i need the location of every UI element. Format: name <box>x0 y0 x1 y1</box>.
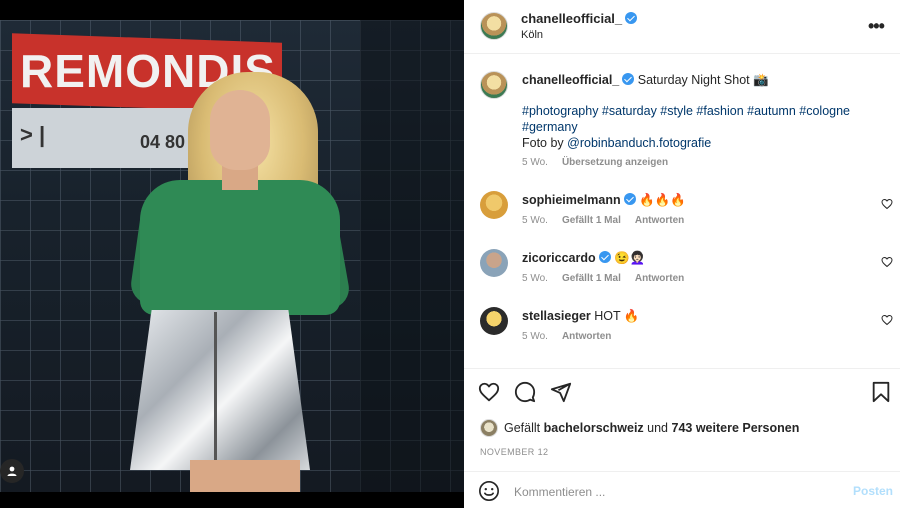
comment-meta: 5 Wo. Antworten <box>522 331 625 342</box>
comments-section: chanelleofficial_ Saturday Night Shot 📸 … <box>464 55 900 368</box>
credit-prefix: Foto by <box>522 136 568 150</box>
commenter-avatar[interactable] <box>480 249 508 277</box>
commenter-avatar[interactable] <box>480 191 508 219</box>
comment-text: zicoriccardo 😉👩🏻‍🦱 <box>522 250 645 266</box>
comment-like-heart-icon[interactable] <box>881 256 893 268</box>
verified-badge-icon <box>623 193 636 205</box>
comment-age[interactable]: 5 Wo. <box>522 215 548 226</box>
emoji-icon[interactable] <box>478 480 500 502</box>
caption-avatar[interactable] <box>480 71 508 99</box>
translate-link[interactable]: Übersetzung anzeigen <box>562 157 668 168</box>
model-face <box>210 90 270 170</box>
heart-icon[interactable] <box>478 381 500 403</box>
commenter-username[interactable]: zicoriccardo <box>522 251 596 265</box>
caption-age[interactable]: 5 Wo. <box>522 157 548 168</box>
credit-handle[interactable]: @robinbanduch.fotografie <box>567 136 711 150</box>
comment-like-heart-icon[interactable] <box>881 314 893 326</box>
more-options-icon[interactable]: ••• <box>868 16 885 37</box>
verified-badge-icon <box>625 12 638 24</box>
verified-badge-icon <box>622 73 635 85</box>
caption-title: Saturday Night Shot 📸 <box>637 73 769 87</box>
post-actions: Gefällt bachelorschweiz und 743 weitere … <box>464 368 900 508</box>
model-green-top <box>140 180 340 315</box>
comment-input[interactable] <box>514 483 834 501</box>
comment-like-heart-icon[interactable] <box>881 198 893 210</box>
post-header: chanelleofficial_ Köln ••• <box>464 0 900 54</box>
comment-body: HOT 🔥 <box>594 309 640 323</box>
caption-credit: Foto by @robinbanduch.fotografie <box>522 135 711 151</box>
comment-meta: 5 Wo. Gefällt 1 Mal Antworten <box>522 215 698 226</box>
reply-button[interactable]: Antworten <box>635 273 684 284</box>
instagram-post-modal: REMONDIS > | 04 80 chanelleofficial_ Köl… <box>0 0 900 508</box>
post-photo[interactable]: REMONDIS > | 04 80 <box>0 20 464 492</box>
caption-text: chanelleofficial_ Saturday Night Shot 📸 <box>522 72 882 88</box>
liker-avatar[interactable] <box>480 419 498 437</box>
verified-badge-icon <box>598 251 611 263</box>
caption-username[interactable]: chanelleofficial_ <box>522 73 619 87</box>
post-comment-button[interactable]: Posten <box>853 484 893 498</box>
comment-likes[interactable]: Gefällt 1 Mal <box>562 215 621 226</box>
reply-button[interactable]: Antworten <box>562 331 611 342</box>
share-icon[interactable] <box>550 381 572 403</box>
commenter-username[interactable]: stellasieger <box>522 309 591 323</box>
comment-text: sophieimelmann 🔥🔥🔥 <box>522 192 686 208</box>
likes-prefix: Gefällt <box>504 421 541 435</box>
post-sidebar: chanelleofficial_ Köln ••• chanelleoffic… <box>464 0 900 508</box>
post-location[interactable]: Köln <box>521 29 543 41</box>
comment-body: 🔥🔥🔥 <box>639 193 686 207</box>
post-photo-pane: REMONDIS > | 04 80 <box>0 0 464 508</box>
author-username[interactable]: chanelleofficial_ <box>521 11 622 26</box>
reply-button[interactable]: Antworten <box>635 215 684 226</box>
caption-hashtags[interactable]: #photography #saturday #style #fashion #… <box>522 103 892 119</box>
comment-meta: 5 Wo. Gefällt 1 Mal Antworten <box>522 273 698 284</box>
comment-body: 😉👩🏻‍🦱 <box>614 251 646 265</box>
sign-number: 04 80 <box>140 132 186 152</box>
model-silver-skirt <box>130 310 310 470</box>
comment-bar: Posten <box>464 471 900 508</box>
likes-middle: und <box>647 421 669 435</box>
skirt-zipper <box>214 312 217 462</box>
comment-age[interactable]: 5 Wo. <box>522 331 548 342</box>
likes-summary: Gefällt bachelorschweiz und 743 weitere … <box>480 419 799 437</box>
likes-others-link[interactable]: 743 weitere Personen <box>672 421 800 435</box>
author-avatar[interactable] <box>480 12 508 40</box>
user-tag-icon[interactable] <box>0 459 24 483</box>
commenter-username[interactable]: sophieimelmann <box>522 193 621 207</box>
comment-icon[interactable] <box>514 381 536 403</box>
post-date[interactable]: NOVEMBER 12 <box>480 447 548 457</box>
caption-hashtags-2[interactable]: #germany <box>522 119 578 135</box>
bookmark-icon[interactable] <box>870 381 892 403</box>
comment-likes[interactable]: Gefällt 1 Mal <box>562 273 621 284</box>
author-username-row[interactable]: chanelleofficial_ <box>521 11 638 26</box>
commenter-avatar[interactable] <box>480 307 508 335</box>
sign-lower-text: > | <box>20 122 46 147</box>
model-legs <box>190 460 300 492</box>
comment-age[interactable]: 5 Wo. <box>522 273 548 284</box>
liker-username[interactable]: bachelorschweiz <box>544 421 644 435</box>
caption-meta: 5 Wo. Übersetzung anzeigen <box>522 157 682 168</box>
comment-text: stellasieger HOT 🔥 <box>522 308 639 324</box>
